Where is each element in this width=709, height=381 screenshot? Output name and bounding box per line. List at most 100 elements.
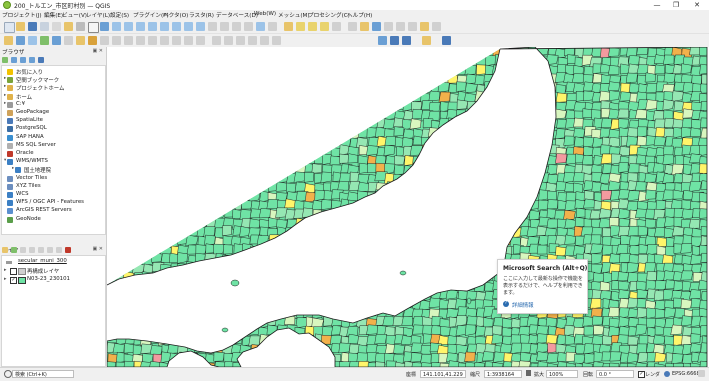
field-calc-icon[interactable]	[332, 22, 341, 31]
text-annotation-icon[interactable]	[408, 22, 417, 31]
cut-features-icon[interactable]	[148, 36, 157, 45]
ruler-icon[interactable]	[384, 22, 393, 31]
rotation-field[interactable]: 0.0 °	[596, 370, 634, 378]
label-rotate-icon[interactable]	[260, 36, 269, 45]
bookmarks-icon[interactable]	[244, 22, 253, 31]
add-mesh-icon[interactable]	[40, 36, 49, 45]
identify-icon[interactable]	[284, 22, 293, 31]
map-tips-icon[interactable]	[432, 22, 441, 31]
save-edits-icon[interactable]	[100, 36, 109, 45]
new-project-icon[interactable]	[4, 22, 15, 33]
open-table-icon[interactable]	[348, 22, 357, 31]
manage-visibility-icon[interactable]	[20, 247, 26, 253]
deselect-icon[interactable]	[320, 22, 329, 31]
temporal-icon[interactable]	[268, 22, 277, 31]
history-icon[interactable]	[402, 36, 411, 45]
layer-item-group[interactable]: secular_muni_300	[6, 258, 102, 267]
zoom-in-icon[interactable]	[112, 22, 121, 31]
paste-features-icon[interactable]	[172, 36, 181, 45]
collapse-all-layers-icon[interactable]	[56, 247, 62, 253]
print-layout-icon[interactable]	[52, 22, 61, 31]
collapse-arrow-icon[interactable]: ▾	[4, 158, 6, 163]
add-csv-icon[interactable]	[64, 36, 73, 45]
menu-help[interactable]: ヘルプ(H)	[347, 11, 372, 19]
locator-search-input[interactable]: 検索 (Ctrl+K)	[12, 370, 74, 378]
add-selected-icon[interactable]	[2, 57, 8, 63]
zoom-last-icon[interactable]	[184, 22, 193, 31]
open-project-icon[interactable]	[16, 22, 25, 31]
new-layer-icon[interactable]	[76, 36, 85, 45]
menu-raster[interactable]: ラスタ(R)	[189, 11, 214, 19]
layer-item-reconstructed[interactable]: ▸ 再構成レイヤ	[4, 267, 102, 276]
collapse-all-icon[interactable]	[29, 57, 35, 63]
menu-mesh[interactable]: メッシュ(M)	[278, 11, 310, 19]
layer-item-n03[interactable]: ▸ ✓ N03-23_230101	[4, 276, 102, 285]
layer-checkbox-checked[interactable]: ✓	[10, 277, 17, 284]
expand-arrow-icon[interactable]: ▸	[4, 93, 6, 98]
expand-arrow-icon[interactable]: ▸	[4, 84, 6, 89]
menu-database[interactable]: データベース(D)	[216, 11, 258, 19]
zoom-next-icon[interactable]	[196, 22, 205, 31]
menu-layer[interactable]: レイヤ(L)	[86, 11, 110, 19]
select-value-icon[interactable]	[308, 22, 317, 31]
messages-icon[interactable]	[698, 370, 705, 377]
menu-view[interactable]: ビュー(V)	[62, 11, 87, 19]
zoom-full-icon[interactable]	[136, 22, 145, 31]
filter-expression-icon[interactable]	[38, 247, 44, 253]
delete-selected-icon[interactable]	[136, 36, 145, 45]
redo-icon[interactable]	[196, 36, 205, 45]
select-feature-icon[interactable]	[296, 22, 305, 31]
new-map-view-icon[interactable]	[208, 22, 217, 31]
copy-features-icon[interactable]	[160, 36, 169, 45]
menu-edit[interactable]: 編集(E)	[44, 11, 63, 19]
zoom-layer-icon[interactable]	[160, 22, 169, 31]
add-group-icon[interactable]	[11, 247, 17, 253]
map-canvas[interactable]	[107, 47, 709, 367]
new-3d-view-icon[interactable]	[220, 22, 229, 31]
label-toolbar-icon[interactable]	[212, 36, 221, 45]
menu-processing[interactable]: プロセシング(C)	[308, 11, 350, 19]
menu-web[interactable]: Web(W)	[254, 11, 276, 17]
open-styling-icon[interactable]	[2, 247, 8, 253]
toggle-editing-icon[interactable]	[88, 36, 97, 45]
menu-vector[interactable]: ベクタ(O)	[163, 11, 188, 19]
coordinate-field[interactable]: 141.101,41.229	[420, 370, 466, 378]
digitize-icon[interactable]	[112, 36, 121, 45]
add-wms-icon[interactable]	[52, 36, 61, 45]
expand-all-icon[interactable]	[47, 247, 53, 253]
expand-arrow-icon[interactable]: ▸	[4, 267, 7, 273]
add-raster-icon[interactable]	[28, 36, 37, 45]
save-project-icon[interactable]	[28, 22, 37, 31]
processing-toolbox-icon[interactable]	[378, 36, 387, 45]
scale-field[interactable]: 1:3938164	[484, 370, 522, 378]
layer-checkbox[interactable]	[10, 268, 17, 275]
data-source-manager-icon[interactable]	[4, 36, 13, 45]
vertex-tool-icon[interactable]	[124, 36, 133, 45]
panel-close-icon[interactable]: ▣ ✕	[92, 48, 103, 54]
label-move-icon[interactable]	[248, 36, 257, 45]
render-checkbox[interactable]: ✓	[638, 371, 645, 378]
label-show-icon[interactable]	[236, 36, 245, 45]
expand-arrow-icon[interactable]: ▸	[4, 276, 7, 282]
statistics-icon[interactable]	[360, 22, 369, 31]
zoom-selection-icon[interactable]	[148, 22, 157, 31]
refresh-icon[interactable]	[11, 57, 17, 63]
expand-arrow-icon[interactable]: ▸	[4, 76, 6, 81]
lock-scale-icon[interactable]	[526, 370, 531, 376]
model-designer-icon[interactable]	[390, 36, 399, 45]
label-change-icon[interactable]	[272, 36, 281, 45]
sum-icon[interactable]	[372, 22, 381, 31]
expand-arrow-icon[interactable]: ▸	[4, 101, 6, 106]
filter-legend-icon[interactable]	[29, 247, 35, 253]
menu-settings[interactable]: 設定(S)	[110, 11, 129, 19]
undo-icon[interactable]	[184, 36, 193, 45]
expand-arrow-icon[interactable]: ▸	[12, 166, 14, 171]
magnifier-field[interactable]: 100%	[546, 370, 578, 378]
crs-label[interactable]: EPSG:6668	[672, 371, 700, 377]
tooltip-link[interactable]: 詳細情報	[512, 301, 534, 309]
plugin-icon[interactable]	[442, 36, 451, 45]
pan-to-selection-icon[interactable]	[100, 22, 109, 31]
properties-icon[interactable]	[38, 57, 44, 63]
layout-manager-icon[interactable]	[64, 22, 73, 31]
filter-icon[interactable]	[20, 57, 26, 63]
